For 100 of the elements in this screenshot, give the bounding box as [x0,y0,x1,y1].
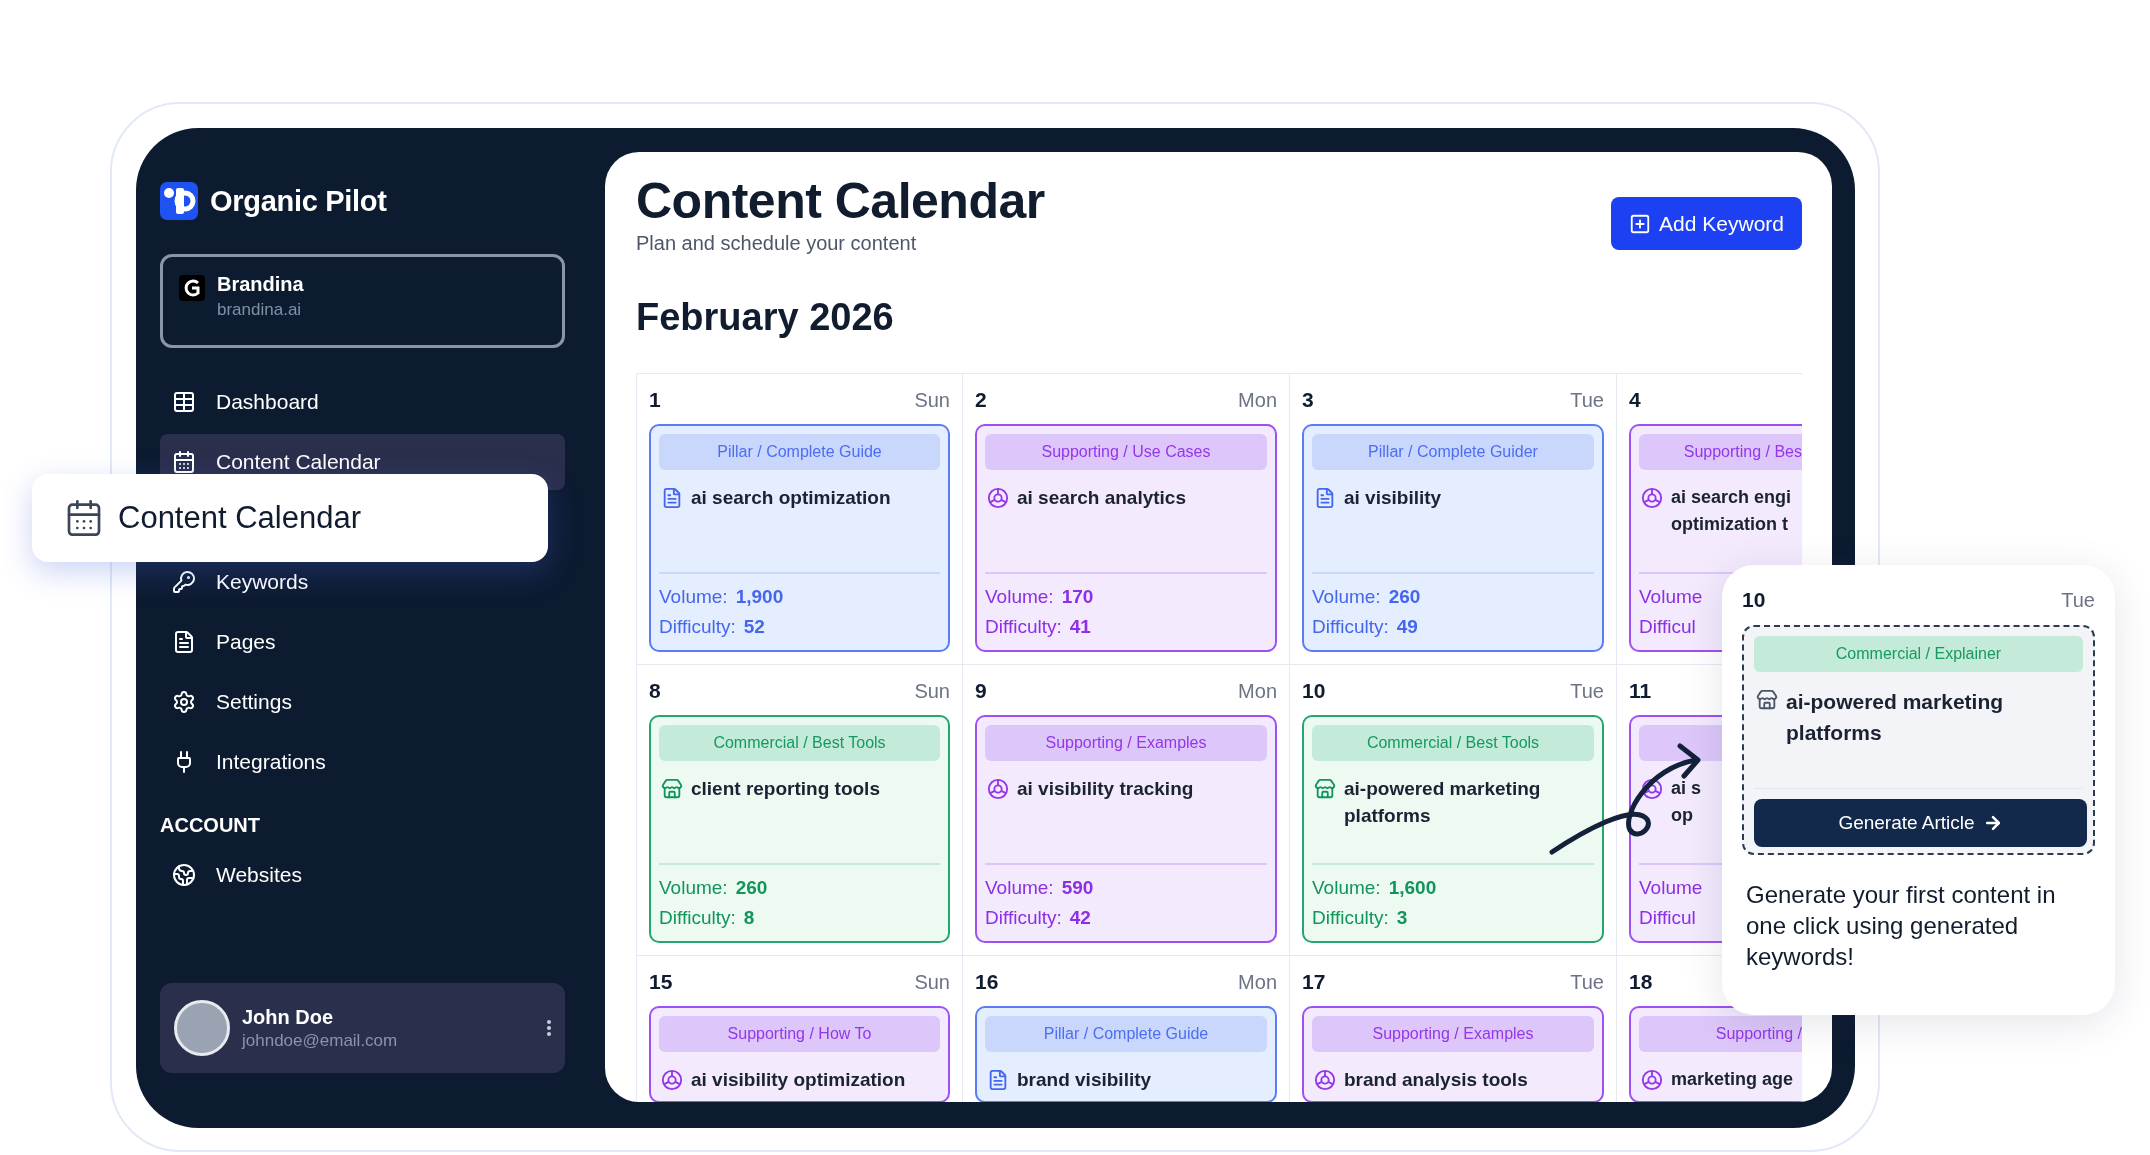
volume-stat: Volume: 260 [659,876,768,900]
difficulty-stat: Difficul [1639,906,1696,930]
category-tag: Commercial / Best Tools [1312,725,1594,761]
page-subtitle: Plan and schedule your content [636,231,918,256]
avatar [174,1000,230,1056]
app-name: Organic Pilot [210,184,387,218]
table-icon [172,390,196,414]
logo-icon [160,182,198,220]
day-number: 16 [975,970,999,994]
volume-stat: Volume: 1,600 [1312,876,1437,900]
settings-icon [172,690,196,714]
workspace-domain: brandina.ai [217,300,303,320]
day-number: 18 [1629,970,1653,994]
nav-item[interactable]: Dashboard [160,374,565,430]
keyword-text: ai-powered marketing platforms [1344,777,1542,828]
day-number: 2 [975,388,987,412]
day-number: 10 [1742,588,1766,612]
day-number: 9 [975,679,987,703]
category-tag: Supporting / Examples [985,725,1267,761]
keyword-text: ai visibility [1344,486,1442,510]
add-keyword-button[interactable]: Add Keyword [1611,197,1802,250]
content-card[interactable]: Supporting / Examples ai visibility tracking Volume: 590 Difficulty: 42 [975,715,1277,943]
page-title: Content Calendar [636,172,1045,230]
category-tag: Supporting / Use Cases [985,434,1267,470]
more-icon [547,1020,551,1036]
keyword-text: ai search analytics [1017,486,1186,510]
day-number: 3 [1302,388,1314,412]
draft-card[interactable]: Commercial / Explainer ai-powered marketing platforms Generate Article [1742,625,2095,855]
content-card[interactable]: Supporting / marketing age [1629,1006,1802,1102]
keyword-text: ai s op [1671,777,1703,827]
category-tag: Pillar / Complete Guider [1312,434,1594,470]
volume-stat: Volume: 1,900 [659,585,784,609]
workspace-switcher[interactable]: Brandina brandina.ai [160,254,565,348]
weekday-label: Tue [2061,588,2095,612]
globe-icon [172,863,196,887]
user-email: johndoe@email.com [242,1030,399,1051]
difficulty-stat: Difficulty: 49 [1312,615,1418,639]
category-tag: Supporting / [1639,1016,1802,1052]
nav-item[interactable]: Integrations [160,734,565,790]
category-tag: Commercial / Explainer [1754,636,2083,672]
document-icon [661,487,683,509]
more-button[interactable] [547,1020,551,1036]
difficulty-stat: Difficulty: 52 [659,615,765,639]
day-number: 15 [649,970,673,994]
content-card[interactable]: Commercial / Best Tools ai-powered marketing platforms Volume: 1,600 Difficulty: 3 [1302,715,1604,943]
nav-item[interactable]: Pages [160,614,565,670]
weekday-label: Mon [1238,388,1277,412]
nav-item[interactable]: Websites [160,847,565,903]
category-tag: Supporting / Examples [1312,1016,1594,1052]
volume-stat: Volume: 590 [985,876,1094,900]
content-card[interactable]: Supporting / How To ai visibility optimization [649,1006,950,1102]
difficulty-stat: Difficulty: 8 [659,906,755,930]
difficulty-stat: Difficul [1639,615,1696,639]
keyword-text: ai search optimization [691,486,891,510]
month-heading: February 2026 [636,295,895,339]
ring-icon [1641,778,1663,800]
content-card[interactable]: Pillar / Complete Guide brand visibility [975,1006,1277,1102]
category-tag: Pillar / Complete Guide [659,434,940,470]
user-name: John Doe [242,1005,335,1029]
content-card[interactable]: Commercial / Best Tools client reporting tools Volume: 260 Difficulty: 8 [649,715,950,943]
plus-icon [1629,212,1652,235]
document-icon [1314,487,1336,509]
category-tag: Supporting / How To [659,1016,940,1052]
key-icon [172,570,196,594]
nav-item[interactable]: Keywords [160,554,565,610]
ring-icon [1641,487,1663,509]
weekday-label: Sun [914,388,950,412]
ring-icon [1641,1069,1663,1091]
volume-stat: Volume: 260 [1312,585,1421,609]
keyword-text: ai visibility optimization [691,1068,906,1092]
volume-stat: Volume [1639,876,1703,900]
content-card[interactable]: Supporting / Examples brand analysis tools [1302,1006,1604,1102]
day-number: 11 [1629,679,1652,703]
generate-article-button[interactable]: Generate Article [1754,799,2087,847]
content-card[interactable]: Pillar / Complete Guider ai visibility Volume: 260 Difficulty: 49 [1302,424,1604,652]
ring-icon [661,1069,683,1091]
content-card[interactable]: Pillar / Complete Guide ai search optimization Volume: 1,900 Difficulty: 52 [649,424,950,652]
document-icon [987,1069,1009,1091]
day-number: 10 [1302,679,1326,703]
user-card[interactable]: John Doe johndoe@email.com [160,983,565,1073]
section-heading: ACCOUNT [160,814,261,837]
keyword-text: client reporting tools [691,777,880,801]
weekday-label: Sun [914,679,950,703]
content-card[interactable]: Supporting / Use Cases ai search analytics Volume: 170 Difficulty: 41 [975,424,1277,652]
nav-item[interactable]: Settings [160,674,565,730]
difficulty-stat: Difficulty: 3 [1312,906,1408,930]
weekday-label: Tue [1570,970,1604,994]
volume-stat: Volume [1639,585,1703,609]
keyword-text: brand analysis tools [1344,1068,1528,1092]
store-icon [1314,778,1336,800]
keyword-text: brand visibility [1017,1068,1152,1092]
day-number: 1 [649,388,661,412]
store-icon [661,778,683,800]
ring-icon [987,778,1009,800]
weekday-label: Sun [914,970,950,994]
brand-logo-icon [179,275,205,301]
document-icon [172,630,196,654]
weekday-label: Tue [1570,679,1604,703]
day-number: 4 [1629,388,1641,412]
keyword-text: marketing age [1671,1068,1794,1091]
